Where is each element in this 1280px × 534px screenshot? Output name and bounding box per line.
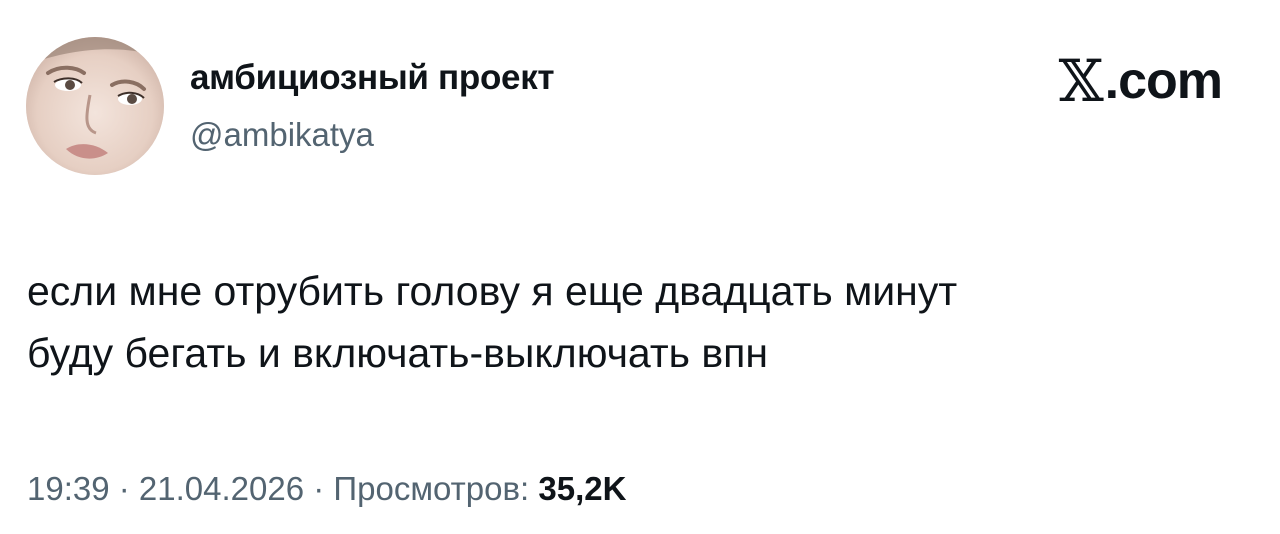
tweet-time[interactable]: 19:39 bbox=[27, 470, 110, 507]
author-display-name[interactable]: амбициозный проект bbox=[190, 58, 555, 98]
tweet-text: если мне отрубить голову я еще двадцать … bbox=[27, 260, 1257, 384]
author-handle[interactable]: @ambikatya bbox=[190, 116, 374, 154]
tweet-text-line: если мне отрубить голову я еще двадцать … bbox=[27, 268, 958, 314]
tweet-meta: 19:39 · 21.04.2026 · Просмотров: 35,2K bbox=[27, 470, 626, 508]
views-count: 35,2K bbox=[538, 470, 627, 507]
meta-separator: · bbox=[109, 470, 139, 507]
meta-separator: · bbox=[304, 470, 334, 507]
x-com-brand: 𝕏 .com bbox=[1058, 47, 1223, 115]
avatar-portrait-image bbox=[26, 37, 164, 175]
brand-suffix: .com bbox=[1104, 52, 1223, 110]
x-logo-icon: 𝕏 bbox=[1058, 47, 1104, 115]
tweet-date[interactable]: 21.04.2026 bbox=[139, 470, 304, 507]
tweet-text-line: буду бегать и включать-выключать впн bbox=[27, 330, 768, 376]
avatar[interactable] bbox=[26, 37, 164, 175]
views-label: Просмотров: bbox=[333, 470, 539, 507]
tweet-card: амбициозный проект @ambikatya 𝕏 .com есл… bbox=[0, 0, 1280, 534]
